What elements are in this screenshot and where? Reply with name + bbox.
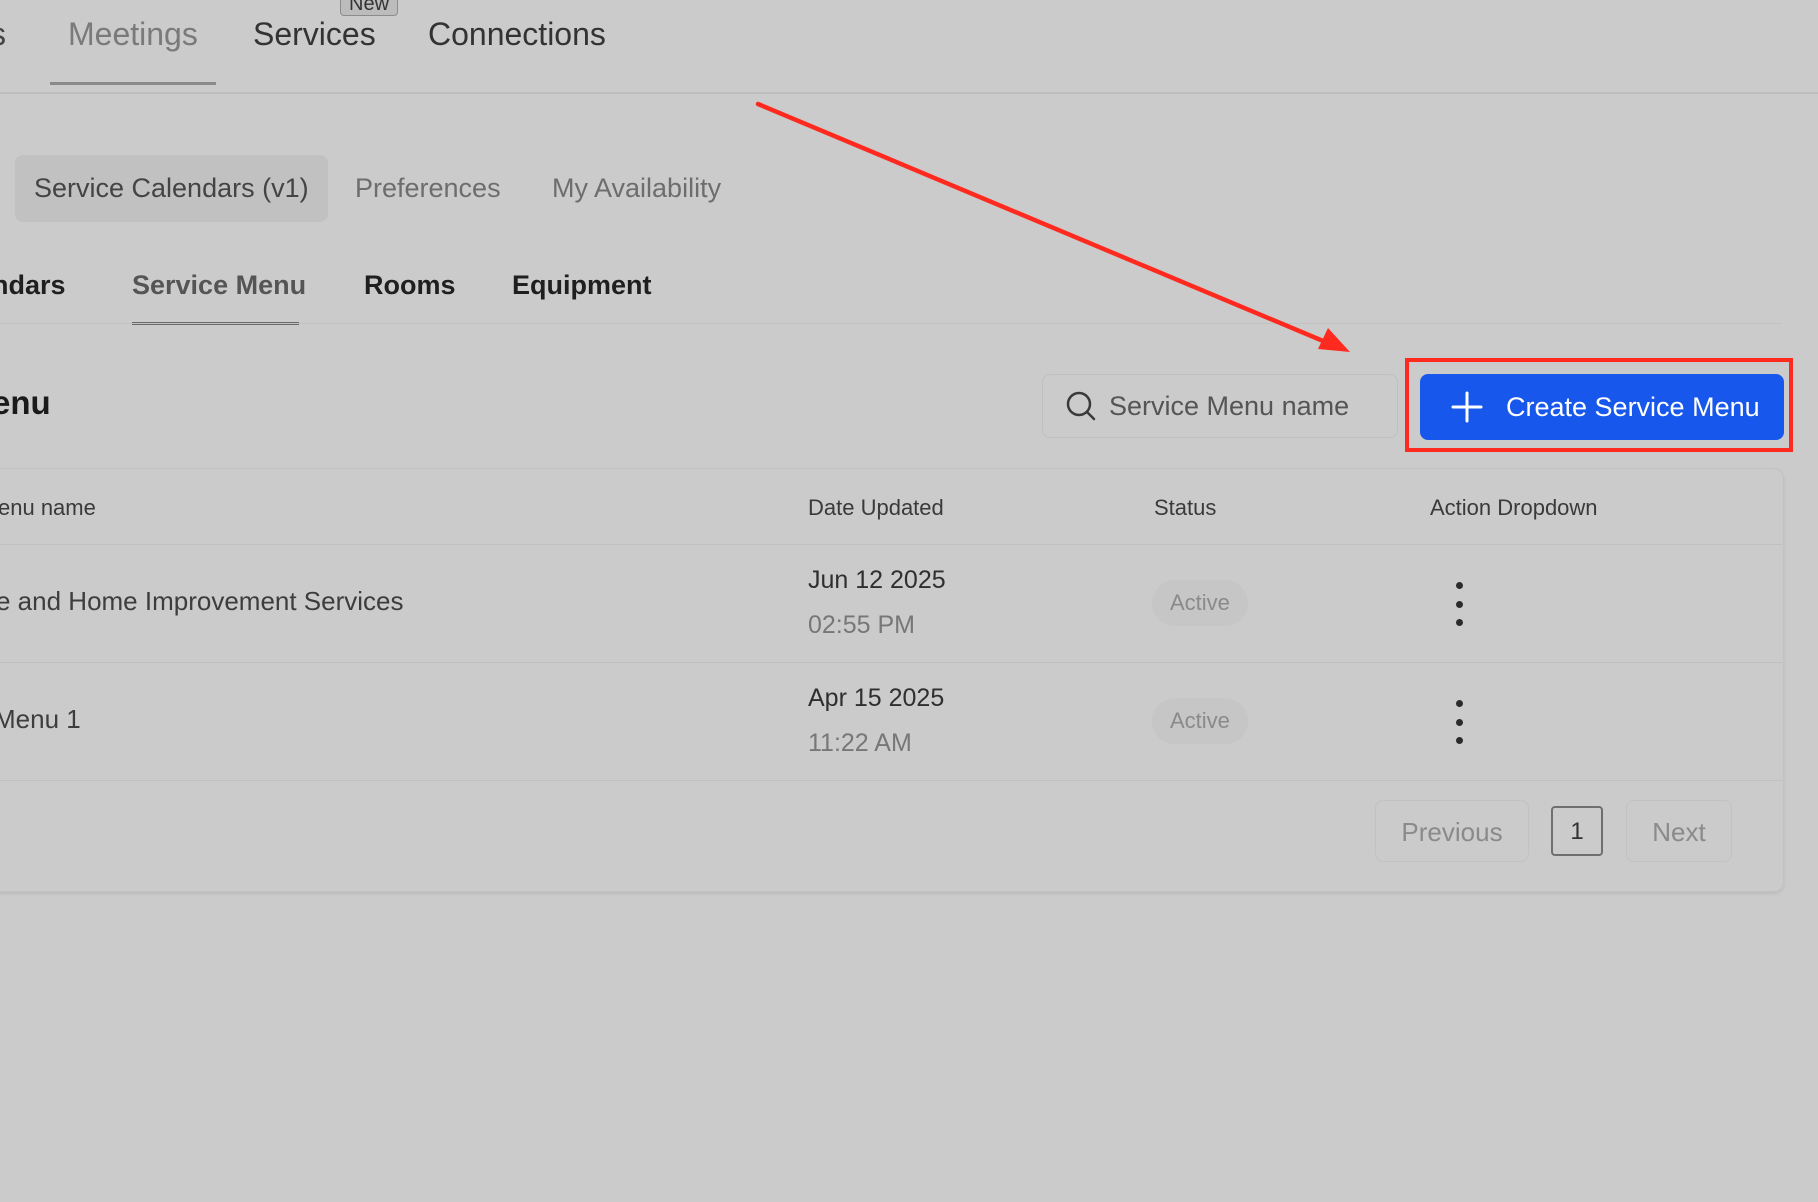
tab-calendars[interactable]: ndars <box>0 270 66 301</box>
tab-rooms[interactable]: Rooms <box>364 270 456 301</box>
kebab-menu-icon[interactable] <box>1444 700 1474 744</box>
row-divider <box>0 544 1782 545</box>
row-divider <box>0 662 1782 663</box>
top-nav: s Meetings Services New Connections <box>0 0 1818 94</box>
plus-icon <box>1450 390 1484 424</box>
create-service-menu-button[interactable]: Create Service Menu <box>1420 374 1784 440</box>
kebab-menu-icon[interactable] <box>1444 582 1474 626</box>
top-nav-tab-services[interactable]: Services <box>253 16 376 53</box>
column-header-status: Status <box>1154 495 1217 520</box>
tab-equipment[interactable]: Equipment <box>512 270 652 301</box>
tab-service-menu[interactable]: Service Menu <box>132 270 306 301</box>
top-nav-tab-meetings[interactable]: Meetings <box>68 16 198 53</box>
table-row-date: Jun 12 2025 <box>808 566 946 594</box>
status-badge: Active <box>1152 698 1248 744</box>
top-nav-tab-connections[interactable]: Connections <box>428 16 606 53</box>
new-badge: New <box>340 0 399 16</box>
table-row-time: 02:55 PM <box>808 611 916 639</box>
search-input[interactable] <box>1107 375 1391 437</box>
active-tab-underline <box>50 82 216 85</box>
table-row-date: Apr 15 2025 <box>808 684 945 712</box>
pagination-previous-button[interactable]: Previous <box>1375 800 1529 862</box>
top-nav-tab-partial[interactable]: s <box>0 16 6 53</box>
tab-my-availability[interactable]: My Availability <box>552 155 721 222</box>
column-header-name: enu name <box>0 495 96 520</box>
table-row-name[interactable]: Menu 1 <box>0 704 81 735</box>
pagination-next-button[interactable]: Next <box>1626 800 1732 862</box>
tab-preferences[interactable]: Preferences <box>355 155 501 222</box>
column-header-date-updated: Date Updated <box>808 495 944 520</box>
status-badge: Active <box>1152 580 1248 626</box>
pagination-page-1[interactable]: 1 <box>1551 806 1603 856</box>
create-service-menu-label: Create Service Menu <box>1506 391 1760 422</box>
column-header-action: Action Dropdown <box>1430 495 1598 520</box>
page-title: enu <box>0 384 51 421</box>
tabs-divider <box>0 323 1782 324</box>
tab-service-calendars[interactable]: Service Calendars (v1) <box>15 155 328 222</box>
search-box[interactable] <box>1042 374 1398 438</box>
search-icon <box>1065 390 1097 427</box>
table-row-time: 11:22 AM <box>808 729 912 757</box>
table-row-name[interactable]: e and Home Improvement Services <box>0 586 404 617</box>
row-divider <box>0 780 1782 781</box>
